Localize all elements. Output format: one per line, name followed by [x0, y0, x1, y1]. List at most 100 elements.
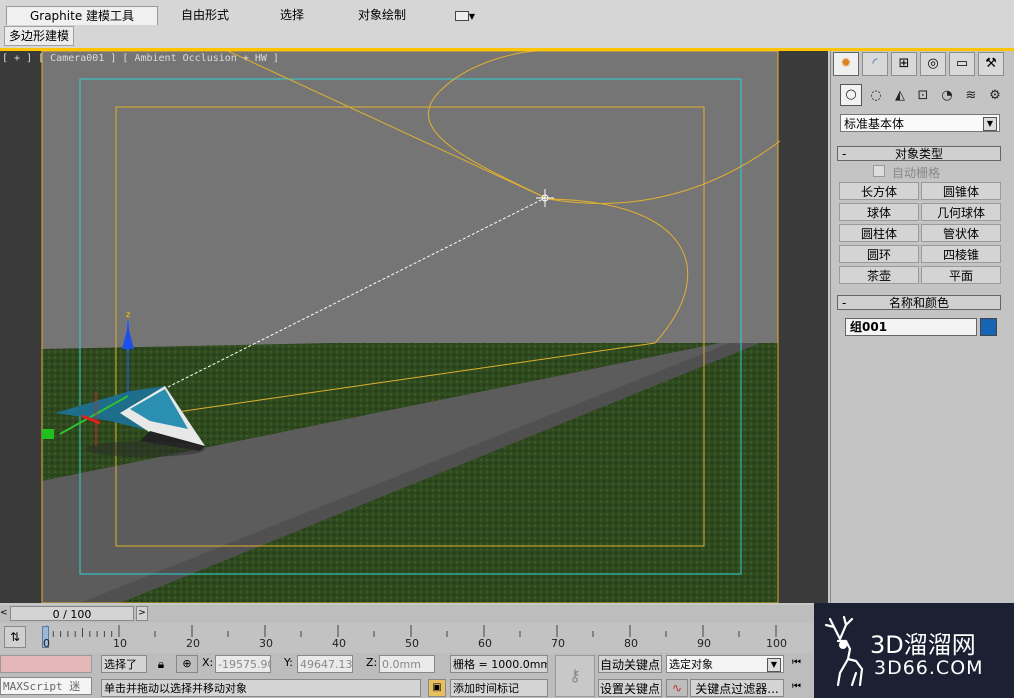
- cylinder-button[interactable]: 圆柱体: [839, 224, 919, 242]
- prompt-line: 单击并拖动以选择并移动对象: [101, 679, 421, 697]
- tick-label: 100: [766, 637, 787, 650]
- tab-freeform[interactable]: 自由形式: [170, 6, 240, 24]
- tick-label: 30: [259, 637, 273, 650]
- object-name-field[interactable]: 组001: [845, 318, 977, 336]
- motion-icon: ◎: [927, 56, 939, 71]
- go-to-start-icon[interactable]: ⏮: [792, 657, 801, 668]
- object-type-rollout[interactable]: - 对象类型: [837, 146, 1001, 161]
- tick-label: 70: [551, 637, 565, 650]
- cameras-button[interactable]: ⊡: [912, 85, 934, 107]
- helpers-button[interactable]: ◔: [936, 85, 958, 107]
- tab-selection[interactable]: 选择: [262, 6, 322, 24]
- curve-editor-icon[interactable]: ⇅: [4, 626, 26, 648]
- hierarchy-icon: ⊞: [898, 56, 910, 71]
- tick-label: 20: [186, 637, 200, 650]
- object-color-swatch[interactable]: [980, 318, 997, 336]
- autogrid-checkbox[interactable]: [873, 165, 885, 177]
- svg-text:z: z: [126, 310, 130, 319]
- name-color-rollout[interactable]: - 名称和颜色: [837, 295, 1001, 310]
- time-slider[interactable]: 0 / 100: [10, 606, 134, 621]
- selection-set-dropdown[interactable]: 选定对象 ▼: [666, 655, 784, 673]
- graphite-ribbon: Graphite 建模工具 自由形式 选择 对象绘制 ▼ 多边形建模: [0, 0, 1014, 51]
- shapes-button[interactable]: ◌: [865, 85, 887, 107]
- maxscript-listener-top[interactable]: [0, 655, 92, 673]
- light-icon: ◭: [895, 88, 905, 103]
- tape-helper-icon: ◔: [941, 88, 953, 103]
- prev-frame-icon[interactable]: <: [0, 606, 9, 621]
- category-value: 标准基本体: [844, 117, 905, 131]
- pyramid-button[interactable]: 四棱锥: [921, 245, 1001, 263]
- plane-button[interactable]: 平面: [921, 266, 1001, 284]
- next-frame-icon[interactable]: >: [136, 606, 148, 621]
- torus-button[interactable]: 圆环: [839, 245, 919, 263]
- absolute-mode-icon[interactable]: ⊕: [176, 655, 198, 673]
- chevron-down-icon: ▼: [983, 117, 997, 131]
- tick-label: 50: [405, 637, 419, 650]
- tick-label: 90: [697, 637, 711, 650]
- deer-logo-icon: [824, 615, 864, 687]
- modify-curve-icon: ◜: [872, 56, 878, 71]
- watermark-url: 3D66.COM: [874, 657, 984, 679]
- teapot-button[interactable]: 茶壶: [839, 266, 919, 284]
- tick-label: 40: [332, 637, 346, 650]
- hierarchy-tab[interactable]: ⊞: [891, 52, 917, 76]
- ribbon-options-dropdown[interactable]: ▼: [452, 6, 478, 24]
- time-tag-icon[interactable]: ▣: [428, 679, 446, 697]
- auto-key-button[interactable]: 自动关键点: [598, 655, 662, 673]
- key-mode-curve-icon[interactable]: ∿: [666, 679, 688, 697]
- create-tab[interactable]: ✹: [833, 52, 859, 76]
- modify-tab[interactable]: ◜: [862, 52, 888, 76]
- y-label: Y:: [284, 656, 293, 669]
- systems-button[interactable]: ⚙: [984, 85, 1006, 107]
- selection-count: 选择了: [101, 655, 147, 673]
- geometry-button[interactable]: ○: [840, 84, 862, 106]
- subtab-polygon-modeling[interactable]: 多边形建模: [4, 26, 75, 46]
- rollout-title: 对象类型: [894, 147, 943, 161]
- grid-size: 栅格 = 1000.0mm: [450, 655, 548, 673]
- tube-button[interactable]: 管状体: [921, 224, 1001, 242]
- collapse-icon: -: [842, 147, 847, 161]
- tab-object-paint[interactable]: 对象绘制: [345, 6, 419, 24]
- z-coordinate-field[interactable]: 0.0mm: [379, 655, 435, 673]
- spacewarps-button[interactable]: ≋: [960, 85, 982, 107]
- viewport-scene: z: [0, 51, 828, 603]
- tick-label: 60: [478, 637, 492, 650]
- monitor-icon: ▭: [955, 56, 969, 71]
- selection-set-value: 选定对象: [669, 658, 713, 671]
- sphere-icon: ○: [845, 87, 857, 102]
- chevron-down-icon: ▼: [767, 658, 781, 672]
- time-slider-bar: < 0 / 100 >: [0, 605, 828, 623]
- sphere-button[interactable]: 球体: [839, 203, 919, 221]
- viewport-label[interactable]: [ + ] [ Camera001 ] [ Ambient Occlusion …: [2, 53, 279, 64]
- lock-icon[interactable]: 🔒︎: [152, 655, 170, 673]
- set-key-button[interactable]: 设置关键点: [598, 679, 662, 697]
- utilities-tab[interactable]: ⚒: [978, 52, 1004, 76]
- key-filters-button[interactable]: 关键点过滤器...: [690, 679, 784, 697]
- camera-viewport[interactable]: z [ + ] [ Camera001 ] [ Ambient Occlusio…: [0, 51, 828, 603]
- maxscript-mini-listener[interactable]: MAXScript 迷: [0, 677, 92, 695]
- tick-label: 0: [43, 637, 50, 650]
- tick-label: 80: [624, 637, 638, 650]
- box-button[interactable]: 长方体: [839, 182, 919, 200]
- cone-button[interactable]: 圆锥体: [921, 182, 1001, 200]
- y-coordinate-field[interactable]: 49647.134: [297, 655, 353, 673]
- hammer-icon: ⚒: [985, 56, 997, 71]
- go-to-start-icon[interactable]: ⏮: [792, 681, 801, 692]
- tab-graphite-modeling[interactable]: Graphite 建模工具: [6, 6, 158, 25]
- category-dropdown[interactable]: 标准基本体 ▼: [840, 114, 1000, 132]
- watermark-brand: 3D溜溜网: [870, 631, 976, 659]
- x-label: X:: [202, 656, 214, 669]
- rollout-title: 名称和颜色: [888, 296, 949, 310]
- waves-icon: ≋: [965, 88, 977, 103]
- add-time-tag[interactable]: 添加时间标记: [450, 679, 548, 697]
- tick-label: 10: [113, 637, 127, 650]
- lights-button[interactable]: ◭: [889, 85, 911, 107]
- motion-tab[interactable]: ◎: [920, 52, 946, 76]
- autogrid-label: 自动栅格: [892, 166, 941, 180]
- geosphere-button[interactable]: 几何球体: [921, 203, 1001, 221]
- x-coordinate-field[interactable]: -19575.903: [215, 655, 271, 673]
- display-tab[interactable]: ▭: [949, 52, 975, 76]
- z-label: Z:: [366, 656, 378, 669]
- sun-icon: ✹: [840, 56, 852, 71]
- key-icon[interactable]: ⚷: [555, 655, 595, 697]
